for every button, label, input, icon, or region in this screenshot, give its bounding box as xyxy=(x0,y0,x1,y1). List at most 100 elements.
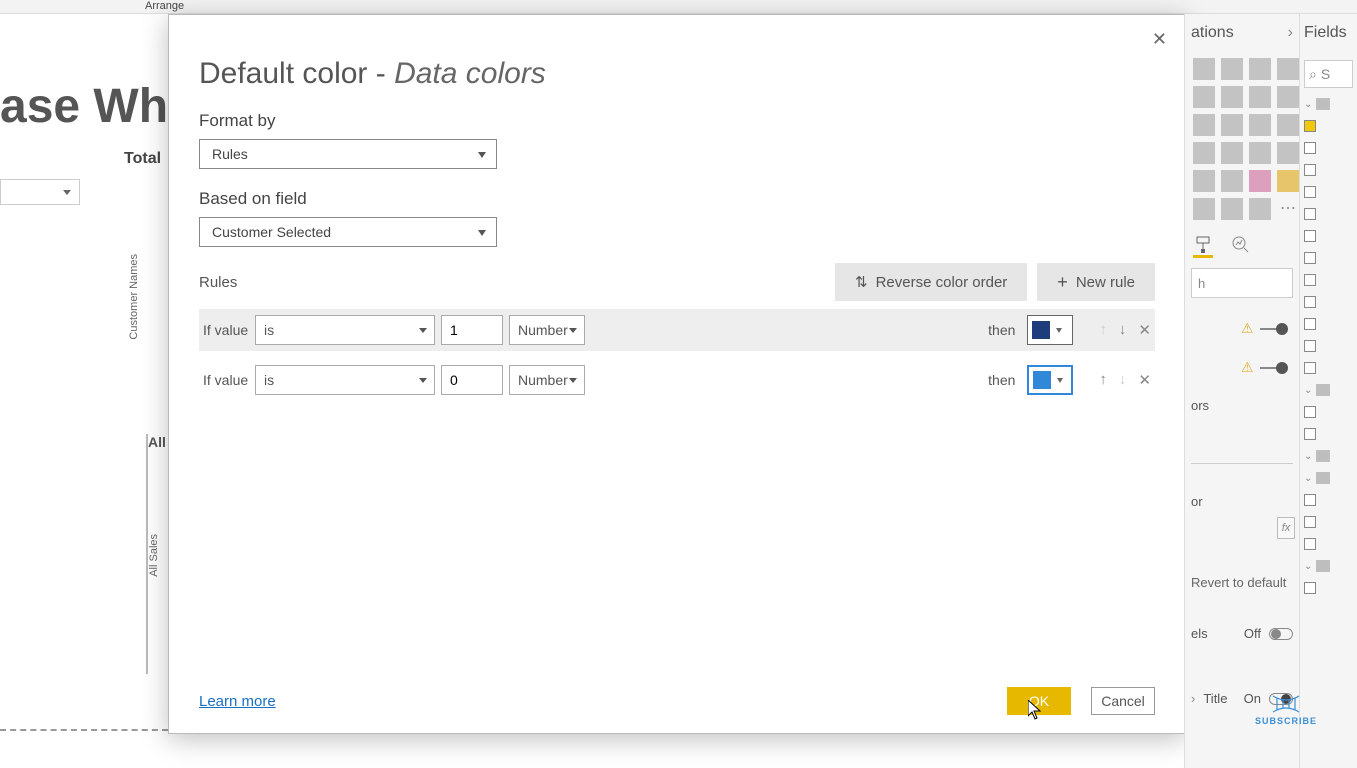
field-item[interactable] xyxy=(1304,516,1353,528)
fx-button[interactable]: fx xyxy=(1277,517,1295,539)
viz-type-icon[interactable] xyxy=(1221,142,1243,164)
slider-knob[interactable] xyxy=(1276,362,1288,374)
viz-type-icon[interactable] xyxy=(1277,58,1299,80)
field-item[interactable] xyxy=(1304,164,1353,176)
field-item[interactable] xyxy=(1304,208,1353,220)
format-slider[interactable]: ⚠ xyxy=(1241,359,1293,376)
format-search-input[interactable]: h xyxy=(1191,268,1293,298)
format-slider[interactable]: ⚠ xyxy=(1241,320,1293,337)
viz-type-icon[interactable] xyxy=(1221,170,1243,192)
rule-value-input[interactable] xyxy=(441,365,503,395)
checkbox-icon[interactable] xyxy=(1304,340,1316,352)
new-rule-button[interactable]: + New rule xyxy=(1037,263,1155,301)
viz-type-icon[interactable] xyxy=(1193,198,1215,220)
reverse-color-order-button[interactable]: ⇅ Reverse color order xyxy=(835,263,1027,301)
viz-type-icon[interactable] xyxy=(1221,86,1243,108)
fields-search-input[interactable]: ⌕ S xyxy=(1304,60,1353,88)
slider-track[interactable] xyxy=(1260,328,1286,330)
field-item[interactable] xyxy=(1304,362,1353,374)
field-item[interactable] xyxy=(1304,274,1353,286)
field-item[interactable] xyxy=(1304,296,1353,308)
checkbox-icon[interactable] xyxy=(1304,538,1316,550)
rule-operator-dropdown[interactable]: is xyxy=(255,315,435,345)
ribbon-tab-arrange[interactable]: Arrange xyxy=(0,0,1357,14)
field-item[interactable] xyxy=(1304,494,1353,506)
slicer-dropdown[interactable] xyxy=(0,179,80,205)
viz-type-icon[interactable] xyxy=(1193,142,1215,164)
field-item[interactable] xyxy=(1304,230,1353,242)
viz-type-icon[interactable] xyxy=(1249,86,1271,108)
chevron-right-icon[interactable]: › xyxy=(1288,24,1293,42)
checkbox-icon[interactable] xyxy=(1304,406,1316,418)
checkbox-icon[interactable] xyxy=(1304,494,1316,506)
checkbox-icon[interactable] xyxy=(1304,230,1316,242)
chevron-right-icon[interactable]: › xyxy=(1191,691,1195,706)
viz-type-icon[interactable] xyxy=(1193,114,1215,136)
checkbox-icon[interactable] xyxy=(1304,362,1316,374)
checkbox-icon[interactable] xyxy=(1304,164,1316,176)
viz-type-icon[interactable] xyxy=(1221,198,1243,220)
checkbox-icon[interactable] xyxy=(1304,186,1316,198)
viz-type-icon[interactable] xyxy=(1249,198,1271,220)
rule-type-dropdown[interactable]: Number xyxy=(509,365,585,395)
viz-more-icon[interactable]: ⋯ xyxy=(1277,198,1299,220)
delete-icon[interactable]: ✕ xyxy=(1138,321,1151,339)
checkbox-icon[interactable] xyxy=(1304,582,1316,594)
learn-more-link[interactable]: Learn more xyxy=(199,693,276,710)
checkbox-icon[interactable] xyxy=(1304,516,1316,528)
field-table-item[interactable]: ⌄ xyxy=(1304,450,1353,462)
viz-type-icon[interactable] xyxy=(1193,86,1215,108)
based-on-field-dropdown[interactable]: Customer Selected xyxy=(199,217,497,247)
slider-knob[interactable] xyxy=(1276,323,1288,335)
color-picker[interactable] xyxy=(1027,315,1073,345)
field-item[interactable] xyxy=(1304,428,1353,440)
delete-icon[interactable]: ✕ xyxy=(1138,371,1151,389)
viz-py-icon[interactable] xyxy=(1277,170,1299,192)
field-item[interactable] xyxy=(1304,186,1353,198)
checkbox-icon[interactable] xyxy=(1304,428,1316,440)
rule-operator-dropdown[interactable]: is xyxy=(255,365,435,395)
revert-to-default-link[interactable]: Revert to default xyxy=(1191,575,1293,590)
checkbox-icon[interactable] xyxy=(1304,296,1316,308)
checkbox-icon[interactable] xyxy=(1304,274,1316,286)
field-item[interactable] xyxy=(1304,406,1353,418)
field-item[interactable] xyxy=(1304,340,1353,352)
format-tab[interactable] xyxy=(1193,234,1213,258)
field-table-item[interactable]: ⌄ xyxy=(1304,98,1353,110)
viz-type-icon[interactable] xyxy=(1249,58,1271,80)
viz-type-icon[interactable] xyxy=(1277,114,1299,136)
checkbox-icon[interactable] xyxy=(1304,252,1316,264)
viz-type-icon[interactable] xyxy=(1277,86,1299,108)
viz-type-icon[interactable] xyxy=(1193,58,1215,80)
rule-value-input[interactable] xyxy=(441,315,503,345)
close-icon[interactable]: ✕ xyxy=(1152,29,1167,50)
checkbox-icon[interactable] xyxy=(1304,142,1316,154)
toggle-switch[interactable] xyxy=(1269,628,1293,640)
field-table-item[interactable]: ⌄ xyxy=(1304,472,1353,484)
checkbox-icon[interactable] xyxy=(1304,208,1316,220)
field-item[interactable] xyxy=(1304,252,1353,264)
format-by-dropdown[interactable]: Rules xyxy=(199,139,497,169)
viz-type-icon[interactable] xyxy=(1249,114,1271,136)
viz-type-icon[interactable] xyxy=(1221,58,1243,80)
slider-track[interactable] xyxy=(1260,367,1286,369)
field-item[interactable] xyxy=(1304,318,1353,330)
field-table-item[interactable]: ⌄ xyxy=(1304,560,1353,572)
viz-type-icon[interactable] xyxy=(1221,114,1243,136)
move-up-icon[interactable]: ↑ xyxy=(1099,371,1107,389)
color-picker[interactable] xyxy=(1027,365,1073,395)
rule-type-dropdown[interactable]: Number xyxy=(509,315,585,345)
viz-r-icon[interactable] xyxy=(1249,170,1271,192)
viz-type-icon[interactable] xyxy=(1193,170,1215,192)
field-item[interactable] xyxy=(1304,120,1353,132)
checkbox-icon[interactable] xyxy=(1304,318,1316,330)
analytics-tab[interactable] xyxy=(1231,234,1251,258)
field-item[interactable] xyxy=(1304,142,1353,154)
field-table-item[interactable]: ⌄ xyxy=(1304,384,1353,396)
ok-button[interactable]: OK xyxy=(1007,687,1071,715)
field-item[interactable] xyxy=(1304,538,1353,550)
viz-type-icon[interactable] xyxy=(1249,142,1271,164)
cancel-button[interactable]: Cancel xyxy=(1091,687,1155,715)
viz-type-icon[interactable] xyxy=(1277,142,1299,164)
checkbox-icon[interactable] xyxy=(1304,120,1316,132)
